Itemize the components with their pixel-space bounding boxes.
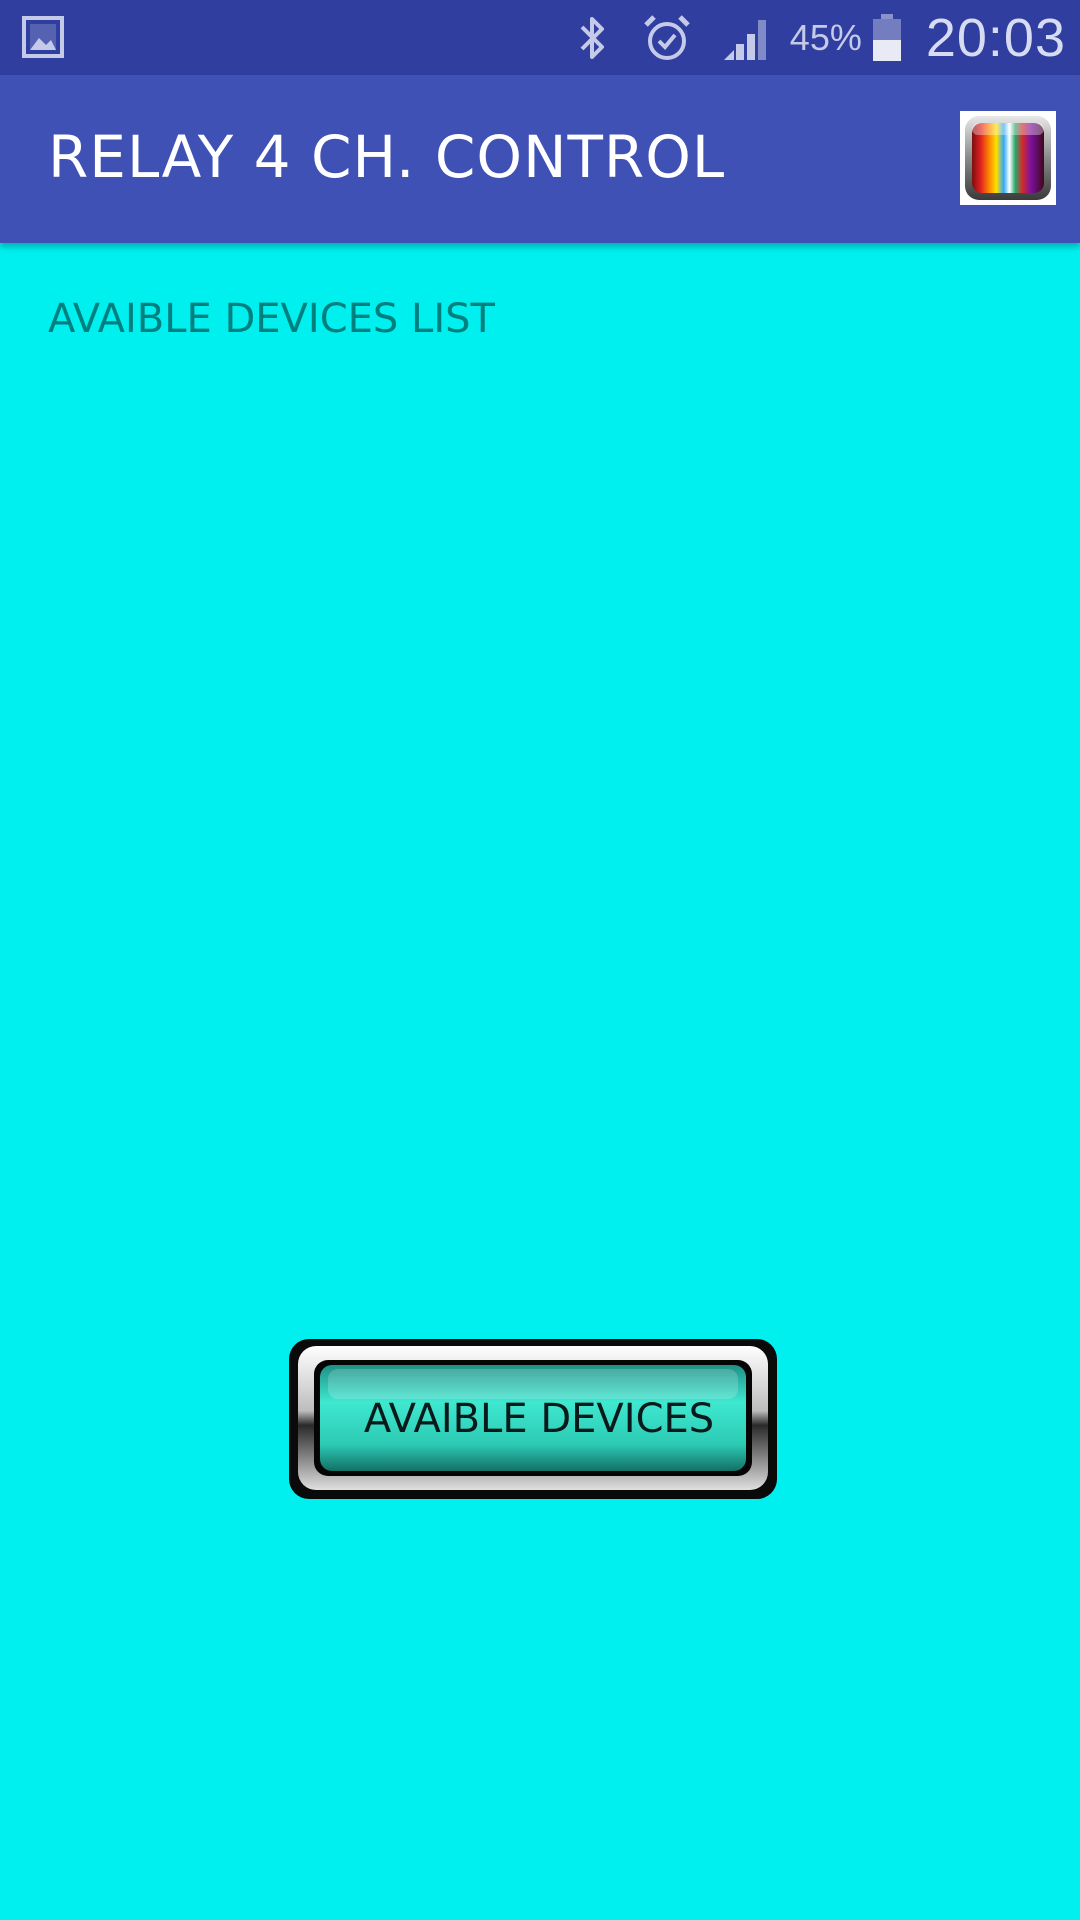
app-bar: RELAY 4 CH. CONTROL — [0, 75, 1080, 243]
available-devices-button-label: AVAIBLE DEVICES — [363, 1396, 715, 1442]
status-bar: 45% 20:03 — [0, 0, 1080, 75]
rainbow-bars-icon — [965, 116, 1051, 200]
gallery-notification-icon — [22, 16, 64, 58]
battery-percent: 45% — [789, 16, 862, 58]
signal-icon — [723, 19, 766, 60]
clock: 20:03 — [925, 7, 1066, 68]
app-logo[interactable] — [960, 111, 1056, 205]
battery-icon — [872, 13, 901, 61]
available-devices-button[interactable]: AVAIBLE DEVICES — [288, 1338, 778, 1500]
bluetooth-icon — [580, 16, 604, 59]
app-title: RELAY 4 CH. CONTROL — [48, 123, 726, 191]
status-icons: 45% 20:03 — [574, 0, 1066, 75]
alarm-icon — [644, 14, 690, 60]
devices-list-title: AVAIBLE DEVICES LIST — [48, 296, 495, 342]
